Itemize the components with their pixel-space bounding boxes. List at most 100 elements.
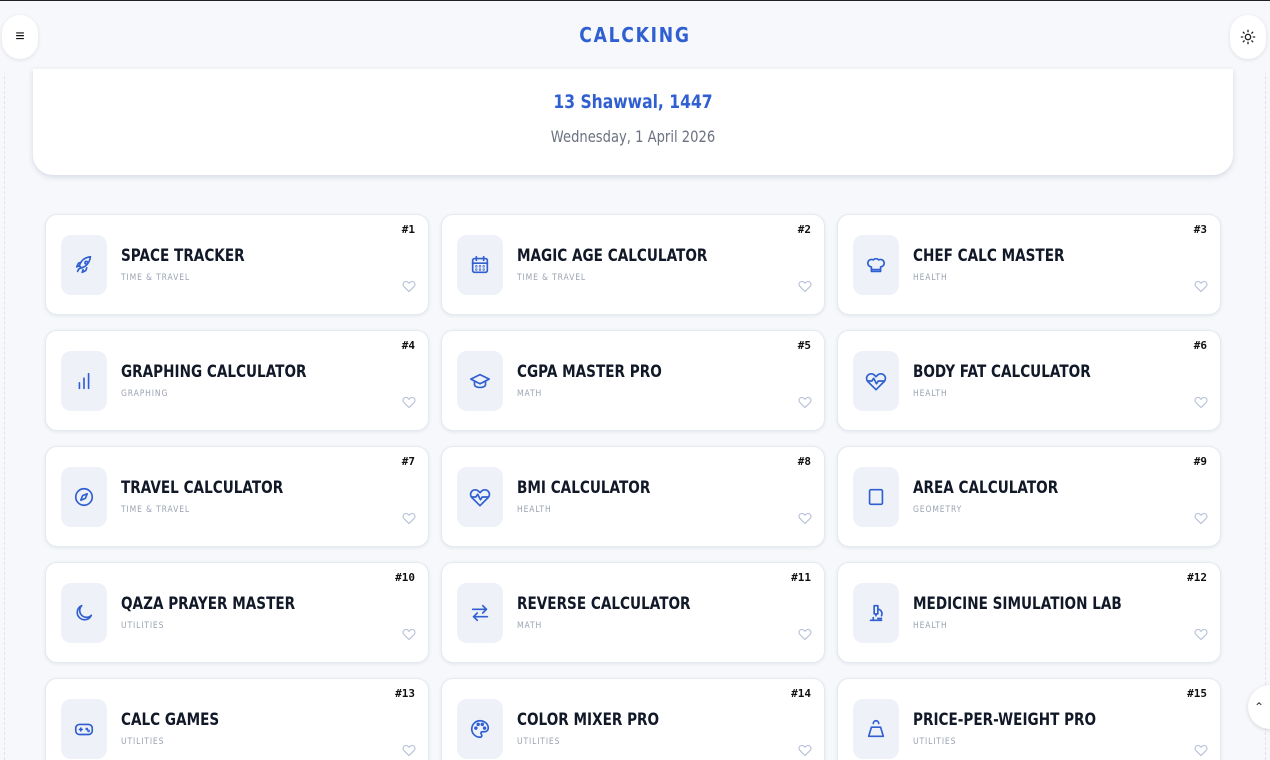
calculator-category: MATH xyxy=(517,621,543,631)
calculator-card[interactable]: CGPA MASTER PRO MATH #5 xyxy=(441,330,825,431)
calculator-category: TIME & TRAVEL xyxy=(121,273,190,283)
calculator-category: UTILITIES xyxy=(121,737,165,747)
hijri-date: 13 Shawwal, 1447 xyxy=(553,91,713,113)
favorite-heart-icon[interactable] xyxy=(798,395,812,409)
calculator-category: UTILITIES xyxy=(913,737,957,747)
menu-button[interactable]: ≡ xyxy=(2,15,38,59)
scroll-top-button[interactable]: ⌃ xyxy=(1248,685,1270,729)
calculator-card[interactable]: MAGIC AGE CALCULATOR TIME & TRAVEL #2 xyxy=(441,214,825,315)
calculator-category: HEALTH xyxy=(913,389,948,399)
calculator-card[interactable]: TRAVEL CALCULATOR TIME & TRAVEL #7 xyxy=(45,446,429,547)
calculator-rank: #14 xyxy=(791,687,811,700)
calculator-rank: #9 xyxy=(1193,455,1207,468)
menu-icon: ≡ xyxy=(15,28,25,45)
page-edge-right xyxy=(1265,61,1266,760)
calculator-card[interactable]: QAZA PRAYER MASTER UTILITIES #10 xyxy=(45,562,429,663)
calculator-rank: #13 xyxy=(395,687,415,700)
brand-title: CALCKING xyxy=(579,23,691,47)
arrows-swap-icon xyxy=(457,583,503,643)
palette-icon xyxy=(457,699,503,759)
calculator-title: AREA CALCULATOR xyxy=(913,478,1059,498)
calculator-title: MAGIC AGE CALCULATOR xyxy=(517,246,708,266)
calculator-title: SPACE TRACKER xyxy=(121,246,245,266)
favorite-heart-icon[interactable] xyxy=(798,627,812,641)
calculator-title: GRAPHING CALCULATOR xyxy=(121,362,307,382)
calculator-rank: #7 xyxy=(401,455,415,468)
calculator-card[interactable]: MEDICINE SIMULATION LAB HEALTH #12 xyxy=(837,562,1221,663)
calculator-title: REVERSE CALCULATOR xyxy=(517,594,691,614)
calculator-title: CGPA MASTER PRO xyxy=(517,362,662,382)
bar-chart-icon xyxy=(61,351,107,411)
sun-icon xyxy=(1240,29,1256,45)
calculator-category: GRAPHING xyxy=(121,389,169,399)
calculator-title: PRICE-PER-WEIGHT PRO xyxy=(913,710,1097,730)
heart-pulse-icon xyxy=(457,467,503,527)
calculator-title: CHEF CALC MASTER xyxy=(913,246,1065,266)
calculator-title: COLOR MIXER PRO xyxy=(517,710,660,730)
calculator-rank: #1 xyxy=(401,223,415,236)
favorite-heart-icon[interactable] xyxy=(798,511,812,525)
calculator-card[interactable]: PRICE-PER-WEIGHT PRO UTILITIES #15 xyxy=(837,678,1221,760)
app-header: ≡ CALCKING xyxy=(0,1,1270,73)
favorite-heart-icon[interactable] xyxy=(798,743,812,757)
favorite-heart-icon[interactable] xyxy=(402,627,416,641)
moon-icon xyxy=(61,583,107,643)
calculator-rank: #8 xyxy=(797,455,811,468)
graduation-cap-icon xyxy=(457,351,503,411)
calculator-title: CALC GAMES xyxy=(121,710,220,730)
calculator-category: HEALTH xyxy=(913,273,948,283)
calculator-title: MEDICINE SIMULATION LAB xyxy=(913,594,1122,614)
theme-toggle-button[interactable] xyxy=(1230,15,1266,59)
date-card: 13 Shawwal, 1447 Wednesday, 1 April 2026 xyxy=(33,69,1233,175)
calculator-rank: #15 xyxy=(1187,687,1207,700)
compass-icon xyxy=(61,467,107,527)
favorite-heart-icon[interactable] xyxy=(402,279,416,293)
calculator-card[interactable]: BODY FAT CALCULATOR HEALTH #6 xyxy=(837,330,1221,431)
favorite-heart-icon[interactable] xyxy=(1194,511,1208,525)
calculator-category: HEALTH xyxy=(913,621,948,631)
favorite-heart-icon[interactable] xyxy=(1194,395,1208,409)
calculator-card[interactable]: COLOR MIXER PRO UTILITIES #14 xyxy=(441,678,825,760)
favorite-heart-icon[interactable] xyxy=(1194,627,1208,641)
chevron-up-icon: ⌃ xyxy=(1254,700,1265,714)
calculator-category: TIME & TRAVEL xyxy=(517,273,586,283)
calculator-rank: #6 xyxy=(1193,339,1207,352)
calculator-category: TIME & TRAVEL xyxy=(121,505,190,515)
calculator-card[interactable]: CALC GAMES UTILITIES #13 xyxy=(45,678,429,760)
calculator-title: BMI CALCULATOR xyxy=(517,478,651,498)
calendar-icon xyxy=(457,235,503,295)
favorite-heart-icon[interactable] xyxy=(402,395,416,409)
calculator-rank: #12 xyxy=(1187,571,1207,584)
calculator-card[interactable]: BMI CALCULATOR HEALTH #8 xyxy=(441,446,825,547)
calculator-title: BODY FAT CALCULATOR xyxy=(913,362,1091,382)
calculator-category: UTILITIES xyxy=(517,737,561,747)
page-edge-left xyxy=(4,61,5,760)
favorite-heart-icon[interactable] xyxy=(402,743,416,757)
gamepad-icon xyxy=(61,699,107,759)
calculator-grid: SPACE TRACKER TIME & TRAVEL #1 MAGIC AGE CA… xyxy=(45,214,1221,760)
favorite-heart-icon[interactable] xyxy=(1194,279,1208,293)
calculator-card[interactable]: SPACE TRACKER TIME & TRAVEL #1 xyxy=(45,214,429,315)
calculator-rank: #10 xyxy=(395,571,415,584)
calculator-card[interactable]: REVERSE CALCULATOR MATH #11 xyxy=(441,562,825,663)
calculator-rank: #3 xyxy=(1193,223,1207,236)
calculator-category: GEOMETRY xyxy=(913,505,963,515)
calculator-rank: #5 xyxy=(797,339,811,352)
calculator-category: HEALTH xyxy=(517,505,552,515)
calculator-category: MATH xyxy=(517,389,543,399)
calculator-category: UTILITIES xyxy=(121,621,165,631)
calculator-title: QAZA PRAYER MASTER xyxy=(121,594,296,614)
favorite-heart-icon[interactable] xyxy=(402,511,416,525)
calculator-card[interactable]: GRAPHING CALCULATOR GRAPHING #4 xyxy=(45,330,429,431)
heart-pulse-icon xyxy=(853,351,899,411)
calculator-title: TRAVEL CALCULATOR xyxy=(121,478,284,498)
gregorian-date: Wednesday, 1 April 2026 xyxy=(550,127,716,146)
calculator-rank: #11 xyxy=(791,571,811,584)
favorite-heart-icon[interactable] xyxy=(1194,743,1208,757)
rocket-icon xyxy=(61,235,107,295)
calculator-card[interactable]: CHEF CALC MASTER HEALTH #3 xyxy=(837,214,1221,315)
calculator-rank: #2 xyxy=(797,223,811,236)
favorite-heart-icon[interactable] xyxy=(798,279,812,293)
square-icon xyxy=(853,467,899,527)
calculator-card[interactable]: AREA CALCULATOR GEOMETRY #9 xyxy=(837,446,1221,547)
